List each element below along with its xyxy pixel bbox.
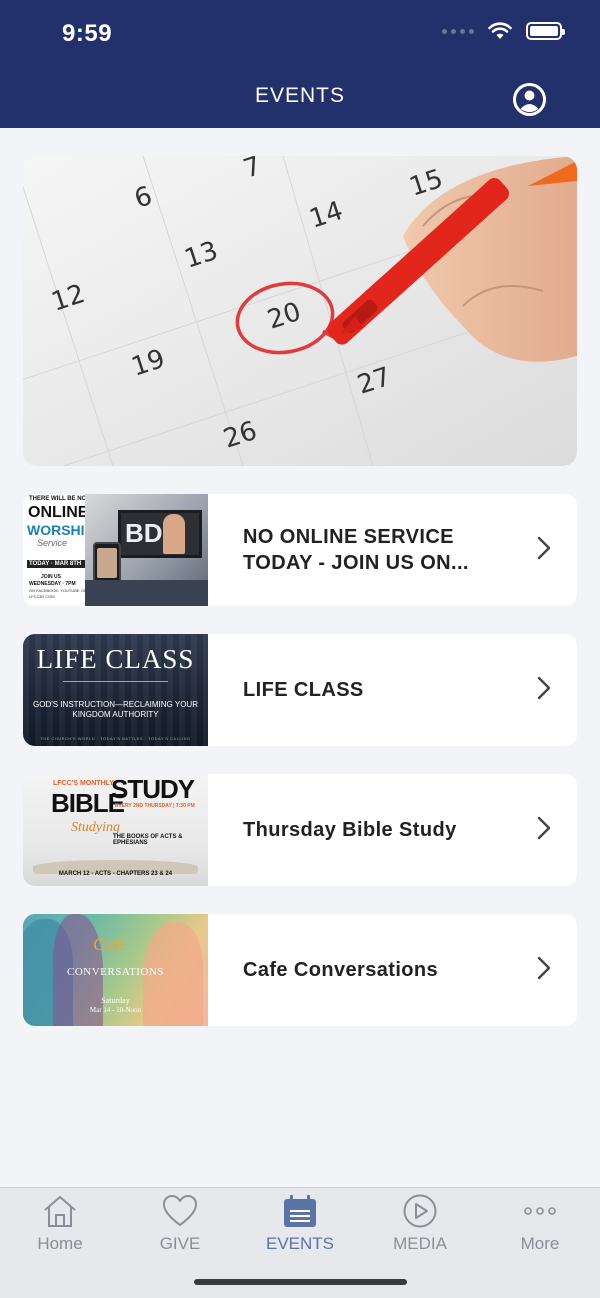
thumb-text: Saturday	[101, 996, 130, 1005]
thumb-text: ONLINE	[28, 504, 89, 521]
thumb-text: LFCCBJ.COM	[29, 594, 55, 599]
calendar-icon	[284, 1195, 316, 1227]
tab-events[interactable]: EVENTS	[240, 1194, 360, 1254]
tab-label: Home	[37, 1234, 83, 1253]
thumb-text: THE CHURCH'S WORLD · TODAY'S BATTLES · T…	[40, 736, 191, 741]
thumb-text: GOD'S INSTRUCTION—RECLAIMING YOUR	[33, 700, 198, 709]
thumb-text: STUDY	[111, 774, 195, 804]
thumb-text: KINGDOM AUTHORITY	[72, 710, 159, 719]
thumb-text: LFCC'S MONTHLY	[53, 780, 114, 787]
thumb-text: LIFE CLASS	[36, 644, 195, 674]
thumb-text: THE BOOKS OF ACTS & EPHESIANS	[113, 834, 183, 846]
app-header: 9:59 EVENTS	[0, 0, 600, 128]
wifi-icon	[488, 22, 512, 39]
thumb-text: EVERY 2ND THURSDAY | 7:30 PM	[115, 803, 195, 809]
chevron-right-icon	[537, 536, 551, 560]
calendar-photo: 7 6 15 14 13 12 20 19 27 26	[23, 156, 577, 466]
event-card[interactable]: Cafe CONVERSATIONS Saturday Mar 14 - 10-…	[23, 914, 577, 1026]
chevron-right-icon	[537, 816, 551, 840]
thumb-text: TODAY · MAR 8TH	[27, 560, 85, 568]
event-thumbnail: LIFE CLASS GOD'S INSTRUCTION—RECLAIMING …	[23, 634, 208, 746]
home-indicator[interactable]	[194, 1279, 407, 1285]
tab-home[interactable]: Home	[0, 1194, 120, 1254]
event-thumbnail: Cafe CONVERSATIONS Saturday Mar 14 - 10-…	[23, 914, 208, 1026]
chevron-right-icon	[537, 676, 551, 700]
tab-label: More	[520, 1234, 560, 1253]
thumb-text: ON FACEBOOK, YOUTUBE OR	[29, 588, 87, 593]
status-time: 9:59	[62, 20, 113, 47]
more-icon	[524, 1207, 556, 1215]
thumb-text: CONVERSATIONS	[67, 966, 164, 978]
tab-more[interactable]: More	[480, 1194, 600, 1254]
event-thumbnail: LFCC'S MONTHLY BIBLE STUDY EVERY 2ND THU…	[23, 774, 208, 886]
thumb-text: Cafe	[93, 934, 127, 954]
thumb-text: Mar 14 - 10-Noon	[89, 1006, 142, 1014]
thumb-text: WEDNESDAY · 7PM	[29, 581, 76, 587]
event-card[interactable]: THERE WILL BE NO ONLINE WORSHIP Service …	[23, 494, 577, 606]
event-card[interactable]: LFCC'S MONTHLY BIBLE STUDY EVERY 2ND THU…	[23, 774, 577, 886]
status-icons	[442, 22, 565, 40]
profile-button[interactable]	[513, 83, 546, 116]
event-title: Cafe Conversations	[243, 959, 439, 981]
event-title: LIFE CLASS	[243, 679, 364, 701]
page-title: EVENTS	[254, 84, 346, 107]
battery-icon	[526, 22, 565, 40]
thumb-text: THERE WILL BE NO	[29, 496, 87, 502]
play-icon	[403, 1194, 437, 1228]
chevron-right-icon	[537, 956, 551, 980]
heart-icon	[163, 1195, 197, 1226]
hero-calendar-image[interactable]: 7 6 15 14 13 12 20 19 27 26	[23, 156, 577, 466]
signal-icon	[442, 28, 474, 34]
tab-media[interactable]: MEDIA	[360, 1194, 480, 1254]
tab-label: GIVE	[159, 1234, 201, 1253]
thumb-text: JOIN US	[41, 574, 62, 580]
event-title: Thursday Bible Study	[243, 819, 457, 841]
thumb-text: MARCH 12 - ACTS - CHAPTERS 23 & 24	[58, 871, 173, 877]
thumb-text: BD	[125, 518, 163, 548]
tab-label: EVENTS	[265, 1234, 335, 1253]
tab-label: MEDIA	[393, 1234, 447, 1253]
tab-give[interactable]: GIVE	[120, 1194, 240, 1254]
event-thumbnail: THERE WILL BE NO ONLINE WORSHIP Service …	[23, 494, 208, 606]
home-icon	[44, 1196, 76, 1227]
event-card[interactable]: LIFE CLASS GOD'S INSTRUCTION—RECLAIMING …	[23, 634, 577, 746]
user-icon	[513, 83, 546, 116]
thumb-text: Service	[37, 538, 68, 548]
event-title: NO ONLINE SERVICE TODAY - JOIN US ON...	[243, 526, 469, 574]
thumb-text: WORSHIP	[27, 522, 94, 538]
